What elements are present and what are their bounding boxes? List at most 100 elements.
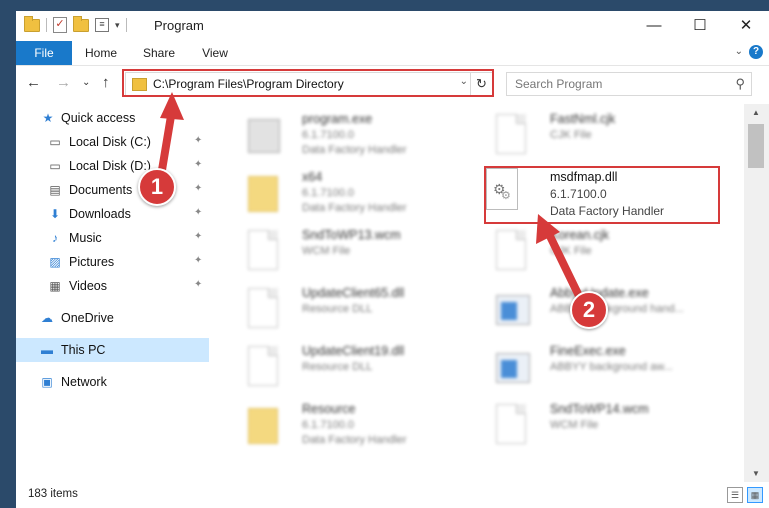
search-icon[interactable]: ⚲ (735, 76, 745, 92)
explorer-window: ✓ ≡ ▾ Program — ☐ ✕ File Home Share View… (16, 11, 769, 508)
music-icon: ♪ (52, 231, 58, 245)
network-icon: ▣ (41, 375, 53, 389)
computer-icon: ▬ (41, 343, 53, 357)
file-name: FineExec.exe (550, 344, 626, 358)
sidebar-item-onedrive[interactable]: ☁ OneDrive (16, 306, 209, 330)
sidebar-item-this-pc[interactable]: ▬ This PC (16, 338, 209, 362)
folder-icon[interactable] (24, 15, 40, 32)
vertical-scrollbar[interactable]: ▲ ▼ (744, 104, 769, 482)
pin-icon[interactable]: ✦ (194, 159, 202, 170)
file-item-sndtowp14[interactable]: SndToWP14.wcm WCM File (480, 398, 720, 456)
sidebar-item-label: Network (61, 375, 107, 389)
sidebar-item-label: Local Disk (D:) (69, 159, 151, 173)
sidebar-item-pictures[interactable]: ▨ Pictures ✦ (16, 250, 209, 274)
pin-icon[interactable]: ✦ (194, 183, 202, 194)
file-list: program.exe 6.1.7100.0 Data Factory Hand… (212, 104, 743, 482)
sidebar-item-label: Videos (69, 279, 107, 293)
file-name: FastNml.cjk (550, 112, 616, 126)
help-icon[interactable]: ? (749, 45, 763, 59)
sidebar-item-label: Downloads (69, 207, 131, 221)
sidebar-item-local-disk-c[interactable]: ▭ Local Disk (C:) ✦ (16, 130, 209, 154)
app-icon (496, 346, 530, 390)
toolbar-divider (46, 18, 47, 32)
scroll-up-icon[interactable]: ▲ (752, 108, 760, 117)
file-name: Korean.cjk (550, 228, 610, 242)
sidebar-item-music[interactable]: ♪ Music ✦ (16, 226, 209, 250)
pin-icon[interactable]: ✦ (194, 135, 202, 146)
tiles-view-icon[interactable]: ▦ (747, 487, 763, 503)
dll-icon (248, 346, 280, 390)
properties-check-icon[interactable]: ✓ (53, 17, 67, 33)
drive-icon: ▭ (49, 159, 61, 173)
callout-badge-1: 1 (138, 168, 176, 206)
sidebar-item-videos[interactable]: ▦ Videos ✦ (16, 274, 209, 298)
toolbar-divider (125, 18, 127, 32)
file-item-updateclient65[interactable]: UpdateClient65.dll Resource DLL (232, 282, 472, 340)
pin-icon[interactable]: ✦ (194, 207, 202, 218)
file-item-program-exe[interactable]: program.exe 6.1.7100.0 Data Factory Hand… (232, 108, 472, 166)
file-type: WCM File (302, 245, 351, 257)
file-item-fastnml[interactable]: FastNml.cjk CJK File (480, 108, 720, 166)
address-highlight-box (122, 69, 494, 97)
properties-icon[interactable]: ≡ (95, 18, 109, 32)
file-type: Resource DLL (302, 303, 373, 315)
file-name: program.exe (302, 112, 373, 126)
file-item-resource[interactable]: Resource 6.1.7100.0 Data Factory Handler (232, 398, 472, 456)
view-switcher: ☰ ▦ (727, 487, 763, 503)
customize-toolbar-icon[interactable]: ▾ (115, 20, 120, 31)
drive-icon: ▭ (49, 135, 61, 149)
exe-file-icon (248, 114, 280, 158)
search-input[interactable]: Search Program (515, 77, 602, 91)
file-item-fineexec[interactable]: FineExec.exe ABBYY background aw... (480, 340, 720, 398)
file-type: CJK File (550, 245, 592, 257)
sidebar-item-downloads[interactable]: ⬇ Downloads ✦ (16, 202, 209, 226)
download-icon: ⬇ (49, 207, 61, 221)
sidebar-item-label: OneDrive (61, 311, 114, 325)
up-icon[interactable]: ↑ (102, 74, 110, 91)
file-type: WCM File (550, 419, 599, 431)
file-highlight-box (484, 166, 720, 224)
sidebar-item-network[interactable]: ▣ Network (16, 370, 209, 394)
file-item-updateclient19[interactable]: UpdateClient19.dll Resource DLL (232, 340, 472, 398)
file-description: Data Factory Handler (302, 144, 407, 156)
tab-home[interactable]: Home (78, 41, 124, 65)
sidebar-item-documents[interactable]: ▤ Documents ✦ (16, 178, 209, 202)
file-version: 6.1.7100.0 (302, 129, 354, 141)
file-type: Resource DLL (302, 361, 373, 373)
file-item-sndtowp13[interactable]: SndToWP13.wcm WCM File (232, 224, 472, 282)
sidebar-item-quick-access[interactable]: ★ Quick access (16, 106, 209, 130)
minimize-button[interactable]: — (631, 11, 677, 41)
sidebar-item-label: Documents (69, 183, 133, 197)
file-item-x64[interactable]: x64 6.1.7100.0 Data Factory Handler (232, 166, 472, 224)
sidebar-item-label: Local Disk (C:) (69, 135, 151, 149)
search-box[interactable]: Search Program ⚲ (506, 72, 752, 96)
file-name: SndToWP14.wcm (550, 402, 649, 416)
maximize-button[interactable]: ☐ (677, 11, 723, 41)
new-folder-icon[interactable] (73, 15, 89, 32)
tab-view[interactable]: View (192, 41, 238, 65)
cloud-icon: ☁ (41, 311, 53, 325)
scroll-thumb[interactable] (748, 124, 764, 168)
back-icon[interactable]: ← (26, 74, 41, 91)
ribbon-tabs: File Home Share View ⌄ ? (16, 41, 769, 66)
pin-icon[interactable]: ✦ (194, 279, 202, 290)
file-item-korean-cjk[interactable]: Korean.cjk CJK File (480, 224, 720, 282)
close-button[interactable]: ✕ (723, 11, 769, 41)
forward-icon[interactable]: → (56, 74, 71, 91)
file-name: Resource (302, 402, 356, 416)
tab-file[interactable]: File (16, 41, 72, 65)
title-bar: ✓ ≡ ▾ Program — ☐ ✕ (16, 11, 769, 41)
details-view-icon[interactable]: ☰ (727, 487, 743, 503)
sidebar-item-label: Pictures (69, 255, 115, 269)
sidebar-item-local-disk-d[interactable]: ▭ Local Disk (D:) ✦ (16, 154, 209, 178)
file-description: Data Factory Handler (302, 202, 407, 214)
star-icon: ★ (42, 111, 54, 125)
scroll-down-icon[interactable]: ▼ (752, 469, 760, 478)
document-icon (496, 114, 528, 158)
pin-icon[interactable]: ✦ (194, 255, 202, 266)
pin-icon[interactable]: ✦ (194, 231, 202, 242)
ribbon-expand-icon[interactable]: ⌄ (735, 46, 743, 57)
recent-locations-icon[interactable]: ⌄ (82, 77, 90, 88)
tab-share[interactable]: Share (136, 41, 182, 65)
file-description: ABBYY background aw... (550, 361, 673, 373)
